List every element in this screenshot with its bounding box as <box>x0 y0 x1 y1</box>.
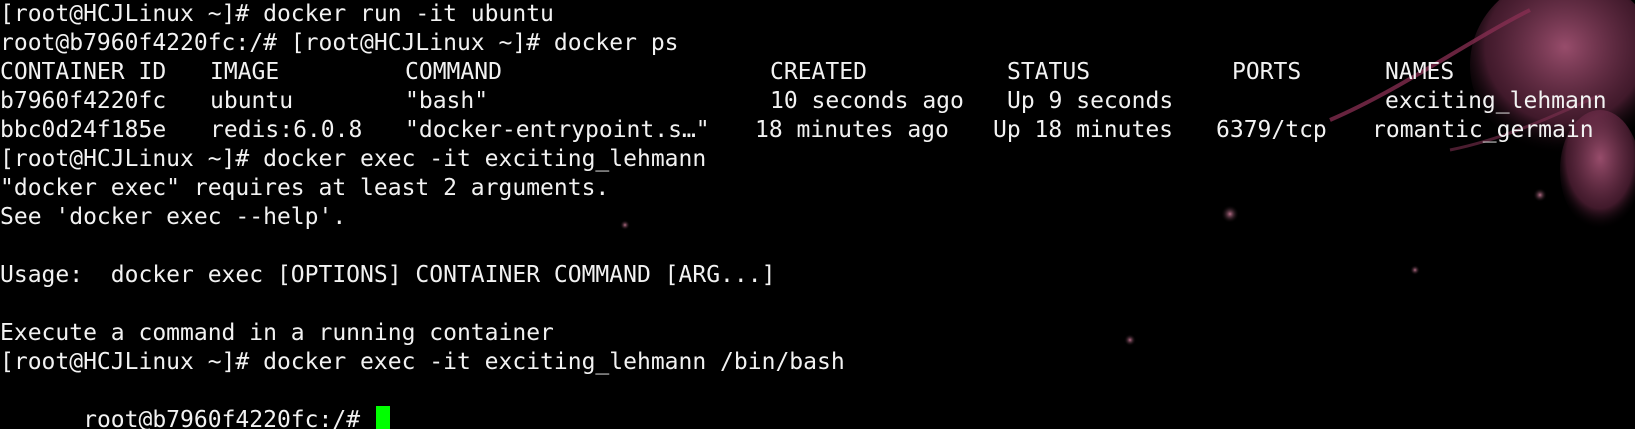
status-cell: Up 18 minutes <box>993 117 1174 143</box>
terminal-window[interactable]: [root@HCJLinux ~]# docker run -it ubuntu… <box>0 0 1635 429</box>
image-cell: ubuntu <box>210 88 294 114</box>
command-line-run: [root@HCJLinux ~]# docker run -it ubuntu <box>0 1 554 27</box>
table-row: bbc0d24f185e redis:6.0.8 "docker-entrypo… <box>0 116 1635 145</box>
header-names: NAMES <box>1385 59 1455 85</box>
header-status: STATUS <box>1007 59 1091 85</box>
header-image: IMAGE <box>210 59 280 85</box>
terminal-output: [root@HCJLinux ~]# docker run -it ubuntu… <box>0 0 1635 429</box>
text-cursor <box>375 406 390 429</box>
command-cell: "docker-entrypoint.s…" <box>405 117 710 143</box>
created-cell: 18 minutes ago <box>755 117 949 143</box>
container-id-cell: bbc0d24f185e <box>0 117 167 143</box>
image-cell: redis:6.0.8 <box>210 117 363 143</box>
current-prompt-line[interactable]: root@b7960f4220fc:/# <box>0 377 1635 429</box>
table-row: b7960f4220fc ubuntu "bash" 10 seconds ag… <box>0 87 1635 116</box>
shell-prompt: root@b7960f4220fc:/# <box>83 407 374 429</box>
header-created: CREATED <box>770 59 867 85</box>
header-ports: PORTS <box>1232 59 1302 85</box>
status-cell: Up 9 seconds <box>1007 88 1174 114</box>
description-line: Execute a command in a running container <box>0 320 554 346</box>
names-cell: exciting_lehmann <box>1385 88 1607 114</box>
error-message: "docker exec" requires at least 2 argume… <box>0 175 610 201</box>
header-command: COMMAND <box>405 59 502 85</box>
container-id-cell: b7960f4220fc <box>0 88 167 114</box>
help-hint: See 'docker exec --help'. <box>0 204 347 230</box>
usage-line: Usage: docker exec [OPTIONS] CONTAINER C… <box>0 262 776 288</box>
created-cell: 10 seconds ago <box>770 88 964 114</box>
table-header-row: CONTAINER ID IMAGE COMMAND CREATED STATU… <box>0 58 1635 87</box>
command-line-ps: root@b7960f4220fc:/# [root@HCJLinux ~]# … <box>0 30 679 56</box>
ports-cell: 6379/tcp <box>1216 117 1327 143</box>
command-cell: "bash" <box>405 88 489 114</box>
command-line-exec: [root@HCJLinux ~]# docker exec -it excit… <box>0 146 707 172</box>
command-line-exec-bash: [root@HCJLinux ~]# docker exec -it excit… <box>0 349 845 375</box>
header-container-id: CONTAINER ID <box>0 59 167 85</box>
names-cell: romantic_germain <box>1372 117 1594 143</box>
